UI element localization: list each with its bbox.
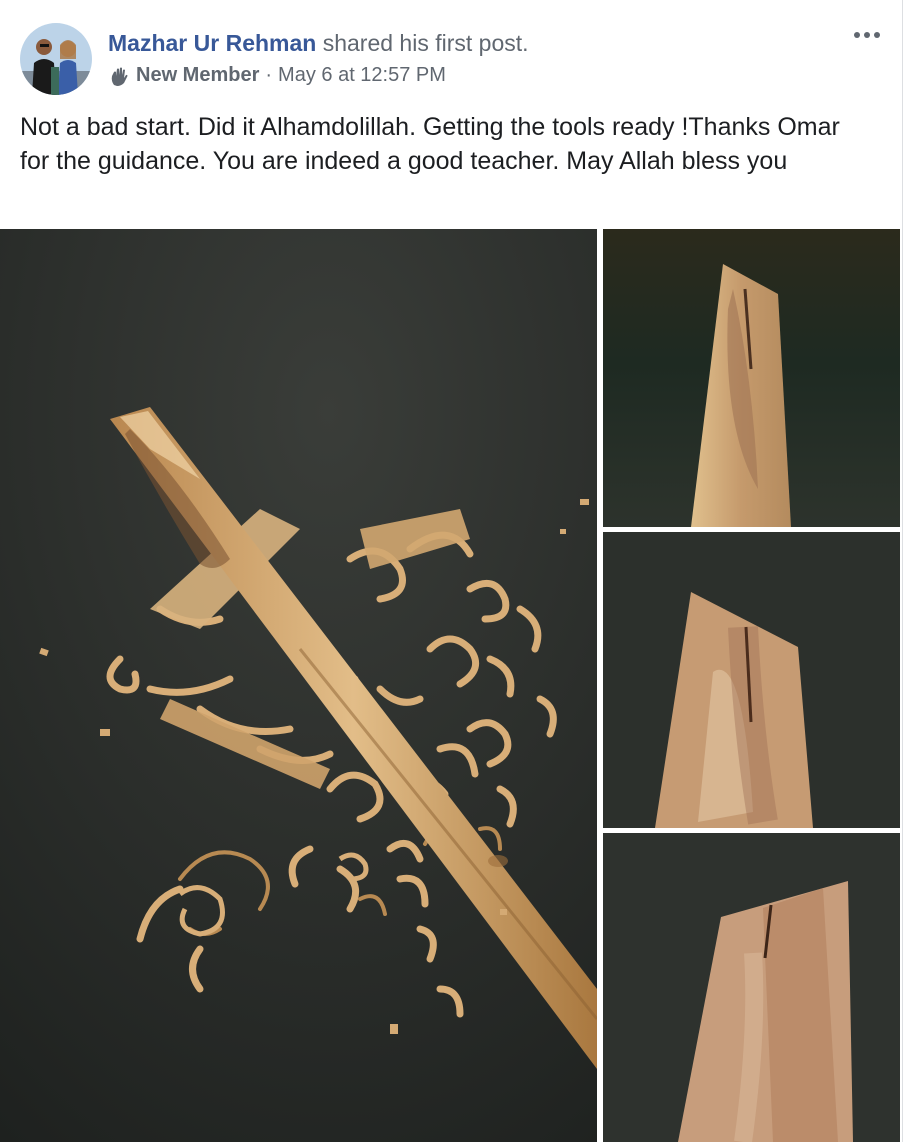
- author-name-link[interactable]: Mazhar Ur Rehman: [108, 30, 316, 56]
- post-card: Mazhar Ur Rehman shared his first post. …: [0, 0, 903, 1142]
- post-timestamp-link[interactable]: May 6 at 12:57 PM: [278, 64, 446, 87]
- post-action-text: shared his first post.: [322, 30, 529, 56]
- more-dot: [874, 32, 880, 38]
- post-meta: New Member · May 6 at 12:57 PM: [108, 64, 446, 87]
- photo-main-reed-pen[interactable]: [0, 229, 597, 1142]
- photo-nib-closeup-2[interactable]: [603, 532, 900, 828]
- more-dot: [854, 32, 860, 38]
- photo-nib-closeup-1[interactable]: [603, 229, 900, 527]
- author-avatar[interactable]: [20, 23, 92, 95]
- member-badge: New Member: [136, 64, 260, 86]
- post-header: Mazhar Ur Rehman shared his first post.: [108, 30, 529, 57]
- post-body-text: Not a bad start. Did it Alhamdolillah. G…: [20, 113, 840, 175]
- waving-hand-icon: [108, 65, 130, 87]
- meta-separator: ·: [265, 64, 273, 86]
- photo-nib-closeup-3[interactable]: [603, 833, 900, 1142]
- more-dot: [864, 32, 870, 38]
- photo-grid: [0, 229, 902, 1142]
- more-options-icon[interactable]: [850, 22, 884, 48]
